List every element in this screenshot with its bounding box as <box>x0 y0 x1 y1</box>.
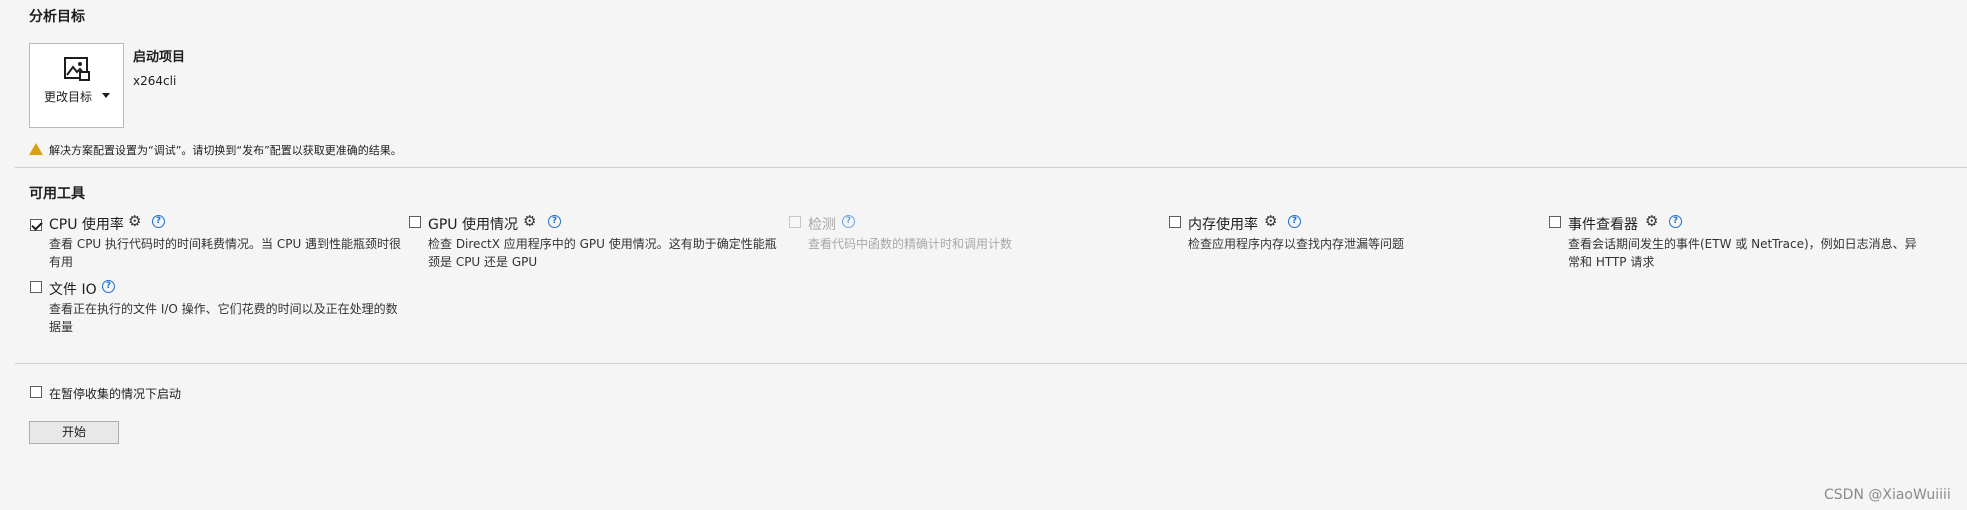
memory-usage-desc: 检查应用程序内存以查找内存泄漏等问题 <box>1188 237 1405 251</box>
gpu-usage-desc-line1: 检查 DirectX 应用程序中的 GPU 使用情况。这有助于确定性能瓶 <box>428 237 777 251</box>
cpu-usage-checkbox[interactable] <box>30 219 42 231</box>
cpu-usage-desc-line2: 有用 <box>49 255 74 269</box>
gpu-usage-desc-line2: 颈是 CPU 还是 GPU <box>428 255 538 269</box>
help-icon[interactable]: ? <box>152 215 165 228</box>
chevron-down-icon <box>102 93 110 98</box>
gear-icon[interactable]: ⚙ <box>128 214 141 229</box>
startup-project-name: x264cli <box>133 74 177 88</box>
file-io-desc-line1: 查看正在执行的文件 I/O 操作、它们花费的时间以及正在处理的数 <box>49 302 398 316</box>
gear-icon[interactable]: ⚙ <box>1264 214 1277 229</box>
file-io-desc-line2: 据量 <box>49 320 74 334</box>
divider <box>15 167 1967 168</box>
available-tools-title: 可用工具 <box>29 186 85 202</box>
launch-paused-checkbox[interactable] <box>30 386 42 398</box>
target-image-icon <box>64 57 92 87</box>
cpu-usage-desc-line1: 查看 CPU 执行代码时的时间耗费情况。当 CPU 遇到性能瓶颈时很 <box>49 237 402 251</box>
warning-text: 解决方案配置设置为“调试”。请切换到“发布”配置以获取更准确的结果。 <box>49 144 402 157</box>
startup-project-label: 启动项目 <box>133 50 186 65</box>
help-icon[interactable]: ? <box>842 215 855 228</box>
launch-paused-label[interactable]: 在暂停收集的情况下启动 <box>49 385 181 402</box>
change-target-label: 更改目标 <box>44 90 93 104</box>
instrumentation-desc: 查看代码中函数的精确计时和调用计数 <box>808 237 1013 251</box>
warning-icon <box>29 143 43 155</box>
gear-icon[interactable]: ⚙ <box>523 214 536 229</box>
events-viewer-label[interactable]: 事件查看器 <box>1568 214 1638 234</box>
gear-icon[interactable]: ⚙ <box>1645 214 1658 229</box>
start-button[interactable]: 开始 <box>29 421 119 444</box>
help-icon[interactable]: ? <box>548 215 561 228</box>
help-icon[interactable]: ? <box>1669 215 1682 228</box>
gpu-usage-label[interactable]: GPU 使用情况 <box>428 214 518 234</box>
events-viewer-checkbox[interactable] <box>1549 216 1561 228</box>
instrumentation-checkbox <box>789 216 801 228</box>
file-io-checkbox[interactable] <box>30 281 42 293</box>
analysis-target-title: 分析目标 <box>29 9 85 25</box>
events-viewer-desc-line2: 常和 HTTP 请求 <box>1568 255 1655 269</box>
events-viewer-desc-line1: 查看会话期间发生的事件(ETW 或 NetTrace)，例如日志消息、异 <box>1568 237 1917 251</box>
memory-usage-checkbox[interactable] <box>1169 216 1181 228</box>
gpu-usage-checkbox[interactable] <box>409 216 421 228</box>
file-io-label[interactable]: 文件 IO <box>49 279 97 299</box>
instrumentation-label: 检测 <box>808 217 836 233</box>
cpu-usage-label[interactable]: CPU 使用率 <box>49 214 124 234</box>
memory-usage-label[interactable]: 内存使用率 <box>1188 214 1258 234</box>
change-target-button[interactable]: 更改目标 <box>29 43 124 128</box>
divider <box>15 363 1967 364</box>
help-icon[interactable]: ? <box>1288 215 1301 228</box>
help-icon[interactable]: ? <box>102 280 115 293</box>
watermark: CSDN @XiaoWuiiii <box>1824 487 1951 503</box>
